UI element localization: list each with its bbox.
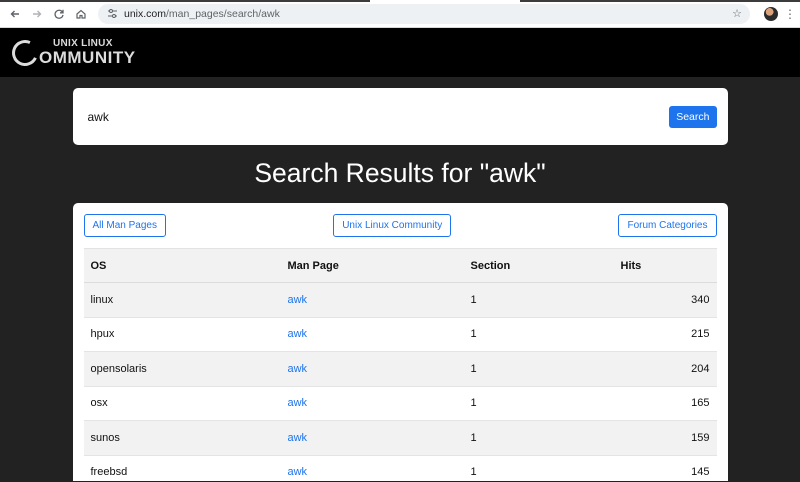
site-header: UNIX LINUX OMMUNITY bbox=[0, 28, 800, 77]
man-page-link[interactable]: awk bbox=[288, 328, 308, 340]
cell-man-page: awk bbox=[280, 282, 464, 318]
reload-icon[interactable] bbox=[50, 5, 68, 23]
cell-hits: 215 bbox=[613, 317, 717, 352]
column-header-os[interactable]: OS bbox=[83, 248, 281, 283]
cell-hits: 145 bbox=[613, 455, 717, 481]
table-row: hpux awk 1 215 bbox=[83, 317, 717, 352]
cell-man-page: awk bbox=[280, 420, 464, 456]
table-row: freebsd awk 1 145 bbox=[83, 455, 717, 481]
profile-avatar[interactable] bbox=[764, 6, 778, 21]
cell-man-page: awk bbox=[280, 351, 464, 387]
address-bar[interactable]: unix.com/man_pages/search/awk ☆ bbox=[98, 3, 750, 24]
cell-hits: 340 bbox=[613, 282, 717, 318]
all-man-pages-button[interactable]: All Man Pages bbox=[83, 214, 166, 237]
logo-c-mark bbox=[8, 35, 42, 70]
cell-os: linux bbox=[83, 282, 281, 318]
table-row: sunos awk 1 159 bbox=[83, 420, 717, 456]
man-page-link[interactable]: awk bbox=[288, 294, 308, 306]
cell-hits: 159 bbox=[613, 420, 717, 456]
cell-section: 1 bbox=[463, 351, 614, 387]
results-nav: All Man Pages Unix Linux Community Forum… bbox=[83, 214, 717, 237]
home-icon[interactable] bbox=[72, 5, 90, 23]
man-page-link[interactable]: awk bbox=[288, 432, 308, 444]
cell-section: 1 bbox=[463, 282, 614, 318]
column-header-section[interactable]: Section bbox=[463, 248, 614, 283]
cell-os: sunos bbox=[83, 420, 281, 456]
table-row: opensolaris awk 1 204 bbox=[83, 351, 717, 387]
man-page-link[interactable]: awk bbox=[288, 363, 308, 375]
page-title: Search Results for "awk" bbox=[254, 158, 546, 188]
column-header-man-page[interactable]: Man Page bbox=[280, 248, 464, 283]
column-header-hits[interactable]: Hits bbox=[613, 248, 717, 283]
results-table: OS Man Page Section Hits linux awk 1 340… bbox=[83, 248, 717, 481]
table-row: linux awk 1 340 bbox=[83, 282, 717, 318]
cell-os: freebsd bbox=[83, 455, 281, 481]
url-path: /man_pages/search/awk bbox=[166, 7, 280, 20]
forward-arrow-icon[interactable] bbox=[28, 5, 46, 23]
site-logo[interactable]: UNIX LINUX OMMUNITY bbox=[8, 35, 136, 70]
search-input[interactable] bbox=[87, 109, 670, 124]
cell-section: 1 bbox=[463, 386, 614, 421]
man-page-link[interactable]: awk bbox=[288, 397, 308, 409]
cell-section: 1 bbox=[463, 317, 614, 352]
cell-section: 1 bbox=[463, 455, 614, 481]
main-content: Search Search Results for "awk" All Man … bbox=[0, 77, 800, 481]
forum-categories-button[interactable]: Forum Categories bbox=[618, 214, 717, 237]
search-button[interactable]: Search bbox=[669, 105, 717, 128]
results-card: All Man Pages Unix Linux Community Forum… bbox=[72, 203, 728, 481]
table-header-row: OS Man Page Section Hits bbox=[83, 248, 717, 283]
site-settings-icon[interactable] bbox=[106, 8, 118, 20]
table-row: osx awk 1 165 bbox=[83, 386, 717, 421]
cell-section: 1 bbox=[463, 420, 614, 456]
cell-man-page: awk bbox=[280, 317, 464, 352]
cell-os: osx bbox=[83, 386, 281, 421]
cell-man-page: awk bbox=[280, 386, 464, 421]
man-page-link[interactable]: awk bbox=[288, 466, 308, 478]
more-menu-icon[interactable]: ⋮ bbox=[784, 7, 796, 21]
back-arrow-icon[interactable] bbox=[6, 5, 24, 23]
community-button[interactable]: Unix Linux Community bbox=[333, 214, 452, 237]
cell-man-page: awk bbox=[280, 455, 464, 481]
cell-os: opensolaris bbox=[83, 351, 281, 387]
cell-hits: 165 bbox=[613, 386, 717, 421]
cell-os: hpux bbox=[83, 317, 281, 352]
cell-hits: 204 bbox=[613, 351, 717, 387]
tab-strip-edge bbox=[0, 0, 800, 2]
star-icon[interactable]: ☆ bbox=[732, 7, 742, 20]
browser-toolbar: unix.com/man_pages/search/awk ☆ ⋮ bbox=[0, 0, 800, 28]
logo-bottom-text: OMMUNITY bbox=[39, 48, 136, 67]
url-host: unix.com bbox=[124, 7, 167, 20]
search-card: Search bbox=[72, 88, 728, 145]
